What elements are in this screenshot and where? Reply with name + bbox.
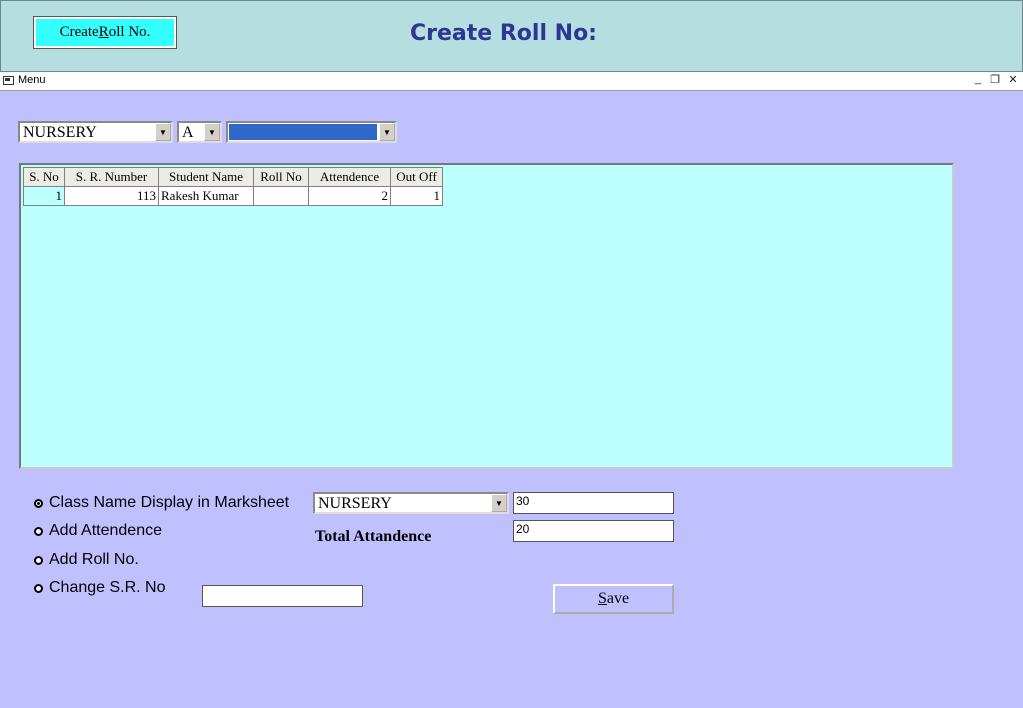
class-select[interactable]: NURSERY ▼ bbox=[18, 121, 173, 143]
save-label-post: ave bbox=[606, 590, 630, 607]
col-header-sr-number[interactable]: S. R. Number bbox=[64, 167, 159, 187]
col-header-attendence[interactable]: Attendence bbox=[308, 167, 391, 187]
cell-out-off[interactable]: 1 bbox=[390, 186, 443, 206]
menu-item[interactable]: Menu bbox=[3, 74, 46, 86]
create-roll-no-button[interactable]: Create Roll No. bbox=[33, 16, 177, 49]
student-table: S. No S. R. Number Student Name Roll No … bbox=[23, 167, 443, 206]
save-label-key: S bbox=[597, 590, 607, 607]
table-row[interactable]: 1 113 Rakesh Kumar 2 1 bbox=[23, 186, 443, 206]
option-label: Add Roll No. bbox=[49, 551, 139, 568]
col-header-student-name[interactable]: Student Name bbox=[158, 167, 254, 187]
close-icon[interactable]: ✕ bbox=[1006, 73, 1020, 86]
marksheet-class-select[interactable]: NURSERY ▼ bbox=[313, 492, 509, 514]
chevron-down-icon[interactable]: ▼ bbox=[379, 123, 395, 141]
create-roll-no-label-pre: Create bbox=[59, 24, 99, 40]
chevron-down-icon[interactable]: ▼ bbox=[491, 494, 507, 512]
minimize-icon[interactable]: _ bbox=[971, 73, 985, 85]
page-title: Create Roll No: bbox=[410, 21, 597, 46]
cell-attendence[interactable]: 2 bbox=[308, 186, 391, 206]
total-attandence-label: Total Attandence bbox=[315, 528, 432, 545]
window-icon bbox=[3, 75, 14, 85]
menu-label: Menu bbox=[18, 74, 46, 86]
option-label: Add Attendence bbox=[49, 522, 162, 539]
radio-icon[interactable] bbox=[34, 555, 43, 565]
group-select-highlight bbox=[229, 124, 377, 140]
total-attendence-input[interactable]: 20 bbox=[513, 520, 674, 542]
radio-icon[interactable] bbox=[34, 583, 43, 593]
chevron-down-icon[interactable]: ▼ bbox=[155, 123, 171, 141]
cell-sr-number[interactable]: 113 bbox=[64, 186, 159, 206]
option-add-attendence[interactable]: Add Attendence bbox=[34, 522, 162, 540]
restore-icon[interactable]: ❐ bbox=[988, 73, 1002, 86]
class-select-value: NURSERY bbox=[23, 124, 97, 141]
radio-icon[interactable] bbox=[34, 526, 43, 536]
cell-sno[interactable]: 1 bbox=[23, 186, 65, 206]
section-select[interactable]: A ▼ bbox=[177, 121, 222, 143]
option-class-name-display[interactable]: Class Name Display in Marksheet bbox=[34, 494, 289, 512]
student-grid[interactable]: S. No S. R. Number Student Name Roll No … bbox=[19, 163, 954, 469]
col-header-out-off[interactable]: Out Off bbox=[390, 167, 443, 187]
marksheet-class-value: NURSERY bbox=[318, 495, 392, 512]
radio-selected-icon[interactable] bbox=[34, 498, 43, 508]
option-label: Change S.R. No bbox=[49, 579, 166, 596]
chevron-down-icon[interactable]: ▼ bbox=[204, 123, 220, 141]
save-button[interactable]: Save bbox=[553, 584, 674, 614]
header-bar: Create Roll No. Create Roll No: bbox=[0, 0, 1023, 72]
option-change-sr-no[interactable]: Change S.R. No bbox=[34, 579, 166, 597]
col-header-sno[interactable]: S. No bbox=[23, 167, 65, 187]
mdi-menubar: Menu _ ❐ ✕ bbox=[0, 72, 1023, 91]
col-header-roll-no[interactable]: Roll No bbox=[253, 167, 309, 187]
create-roll-no-label-key: R bbox=[98, 24, 109, 40]
group-select[interactable]: ▼ bbox=[226, 121, 397, 143]
create-roll-no-label-post: oll No. bbox=[108, 24, 151, 40]
section-select-value: A bbox=[182, 124, 194, 141]
cell-student-name[interactable]: Rakesh Kumar bbox=[158, 186, 254, 206]
option-add-roll-no[interactable]: Add Roll No. bbox=[34, 551, 139, 569]
change-sr-no-input[interactable] bbox=[202, 585, 363, 607]
table-header-row: S. No S. R. Number Student Name Roll No … bbox=[23, 167, 443, 187]
field-30-input[interactable]: 30 bbox=[513, 492, 674, 514]
cell-roll-no[interactable] bbox=[253, 186, 309, 206]
option-label: Class Name Display in Marksheet bbox=[49, 494, 290, 511]
